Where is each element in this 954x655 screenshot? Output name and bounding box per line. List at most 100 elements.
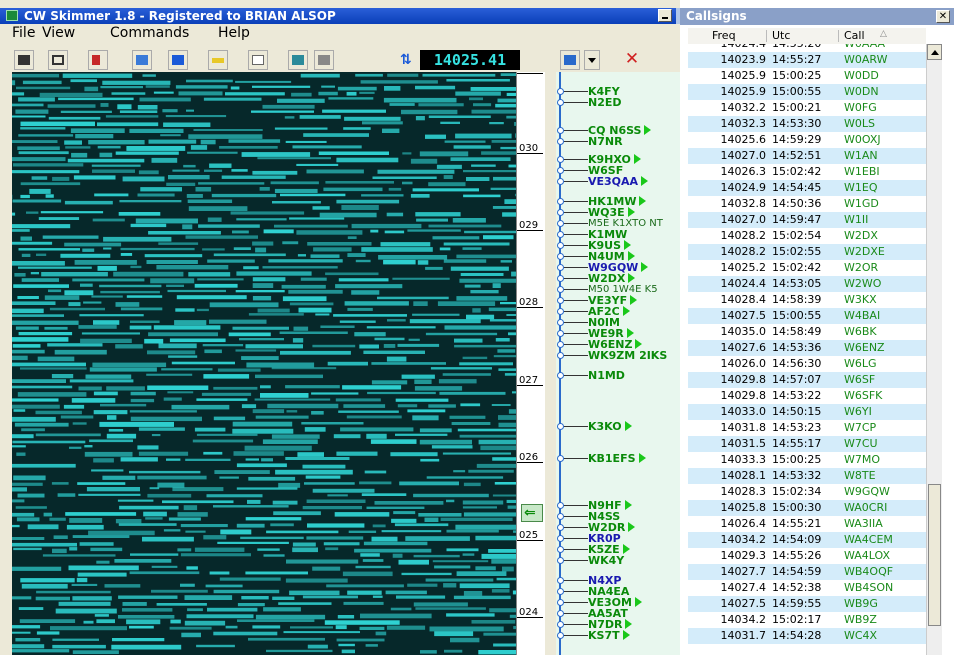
callsign-row[interactable]: 14034.2 14:54:09 WA4CEM: [688, 532, 926, 548]
callsign-row[interactable]: 14027.7 14:54:59 WB4OQF: [688, 564, 926, 580]
callsign-row[interactable]: 14033.3 15:00:25 W7MO: [688, 452, 926, 468]
speaker-icon[interactable]: [88, 50, 108, 70]
menu-file[interactable]: File: [12, 25, 35, 41]
spectrum-icon[interactable]: [14, 50, 34, 70]
callsign-row[interactable]: 14025.9 15:00:55 W0DN: [688, 84, 926, 100]
save-icon[interactable]: [168, 50, 188, 70]
spot-item[interactable]: KS7T: [556, 630, 680, 642]
callsign-row[interactable]: 14025.8 15:00:30 WA0CRI: [688, 500, 926, 516]
play-icon[interactable]: [635, 339, 643, 349]
waterfall-display[interactable]: [12, 72, 516, 655]
callsign-row[interactable]: 14029.3 14:55:26 WA4LOX: [688, 548, 926, 564]
scroll-up-icon[interactable]: [927, 44, 942, 60]
play-icon[interactable]: [624, 500, 632, 510]
spot-item[interactable]: KB1EFS: [556, 453, 680, 465]
play-icon[interactable]: [630, 295, 638, 305]
play-icon[interactable]: [641, 176, 649, 186]
spot-item[interactable]: N7NR: [556, 136, 680, 148]
tile-icon[interactable]: [288, 50, 308, 70]
header-freq[interactable]: Freq: [712, 29, 736, 42]
menu-commands[interactable]: Commands: [110, 25, 189, 41]
play-icon[interactable]: [622, 306, 630, 316]
spot-item[interactable]: WK4Y: [556, 555, 680, 567]
callsign-row[interactable]: 14027.4 14:52:38 WB4SON: [688, 580, 926, 596]
play-icon[interactable]: [644, 125, 652, 135]
callsign-row[interactable]: 14033.0 14:50:15 W6YI: [688, 404, 926, 420]
callsign-row[interactable]: 14026.3 15:02:42 W1EBI: [688, 164, 926, 180]
menu-help[interactable]: Help: [218, 25, 250, 41]
grid-icon[interactable]: [314, 50, 334, 70]
spot-settings-icon[interactable]: [560, 50, 580, 70]
callsign-row[interactable]: 14031.8 14:53:23 W7CP: [688, 420, 926, 436]
spot-item[interactable]: K3KO: [556, 421, 680, 433]
callsign-row[interactable]: 14027.5 14:59:55 WB9G: [688, 596, 926, 612]
play-icon[interactable]: [622, 630, 630, 640]
callsign-row[interactable]: 14027.6 14:53:36 W6ENZ: [688, 340, 926, 356]
monitor-icon[interactable]: [132, 50, 152, 70]
callsign-row[interactable]: 14032.3 14:53:30 W0LS: [688, 116, 926, 132]
callsigns-title-bar[interactable]: Callsigns ✕: [680, 8, 954, 25]
callsign-row[interactable]: 14029.8 14:57:07 W6SF: [688, 372, 926, 388]
spot-item[interactable]: WK9ZM 2IKS: [556, 350, 680, 362]
callsign-row[interactable]: 14032.8 14:50:36 W1GD: [688, 196, 926, 212]
callsign-row[interactable]: 14028.2 15:02:55 W2DXE: [688, 244, 926, 260]
callsign-row[interactable]: 14028.3 15:02:34 W9GQW: [688, 484, 926, 500]
play-icon[interactable]: [633, 154, 641, 164]
callsign-row[interactable]: 14024.9 14:54:45 W1EQ: [688, 180, 926, 196]
spot-item[interactable]: N1MD: [556, 370, 680, 382]
play-icon[interactable]: [638, 453, 646, 463]
callsign-row[interactable]: 14027.0 14:52:51 W1AN: [688, 148, 926, 164]
tune-arrows-icon[interactable]: ⇅: [400, 51, 418, 69]
close-icon[interactable]: ✕: [936, 10, 950, 23]
callsign-row[interactable]: 14028.4 14:58:39 W3KX: [688, 292, 926, 308]
callsign-row[interactable]: 14024.4 14:55:20 W0AAA: [688, 44, 926, 52]
callsign-row[interactable]: 14027.0 14:59:47 W1II: [688, 212, 926, 228]
callsign-row[interactable]: 14026.4 14:55:21 WA3IIA: [688, 516, 926, 532]
callsign-row[interactable]: 14034.2 15:02:17 WB9Z: [688, 612, 926, 628]
header-utc[interactable]: Utc: [772, 29, 790, 42]
play-icon[interactable]: [624, 421, 632, 431]
callsign-row[interactable]: 14031.7 14:54:28 WC4X: [688, 628, 926, 644]
play-icon[interactable]: [641, 262, 649, 272]
menu-view[interactable]: View: [42, 25, 75, 41]
chevron-down-icon[interactable]: [584, 50, 600, 70]
play-icon[interactable]: [639, 196, 647, 206]
tuning-marker[interactable]: ⇐: [521, 504, 543, 522]
callsign-row[interactable]: 14024.4 14:53:05 W2WO: [688, 276, 926, 292]
callsign-row[interactable]: 14025.9 15:00:25 W0DD: [688, 68, 926, 84]
callsign-row[interactable]: 14027.5 15:00:55 W4BAI: [688, 308, 926, 324]
callsign-row[interactable]: 14032.2 15:00:21 W0FG: [688, 100, 926, 116]
play-icon[interactable]: [624, 240, 632, 250]
spot-item[interactable]: VE3QAA: [556, 176, 680, 188]
callsign-row[interactable]: 14035.0 14:58:49 W6BK: [688, 324, 926, 340]
play-icon[interactable]: [628, 273, 636, 283]
callsigns-scrollbar[interactable]: [926, 44, 942, 655]
callsign-row[interactable]: 14029.8 14:53:22 W6SFK: [688, 388, 926, 404]
callsign-row[interactable]: 14023.9 14:55:27 W0ARW: [688, 52, 926, 68]
cell-freq: 14028.4: [720, 293, 767, 306]
frequency-display[interactable]: ⇅ 14025.41: [400, 50, 520, 70]
play-icon[interactable]: [622, 544, 630, 554]
play-icon[interactable]: [628, 522, 636, 532]
play-icon[interactable]: [626, 328, 634, 338]
play-icon[interactable]: [634, 597, 642, 607]
callsign-row[interactable]: 14028.2 15:02:54 W2DX: [688, 228, 926, 244]
play-icon[interactable]: [627, 251, 635, 261]
callsign-row[interactable]: 14025.2 15:02:42 W2OR: [688, 260, 926, 276]
ruler-icon[interactable]: [208, 50, 228, 70]
callsign-row[interactable]: 14026.0 14:56:30 W6LG: [688, 356, 926, 372]
header-call[interactable]: Call: [844, 29, 865, 42]
callsign-row[interactable]: 14028.1 14:53:32 W8TE: [688, 468, 926, 484]
minimize-button[interactable]: [658, 9, 672, 22]
spot-item[interactable]: N2ED: [556, 97, 680, 109]
notepad-icon[interactable]: [248, 50, 268, 70]
callsign-row[interactable]: 14025.6 14:59:29 W0OXJ: [688, 132, 926, 148]
scroll-thumb[interactable]: [928, 484, 941, 626]
close-icon[interactable]: ✕: [622, 50, 642, 70]
play-icon[interactable]: [627, 207, 635, 217]
display-icon[interactable]: [48, 50, 68, 70]
callsigns-list[interactable]: 14024.4 14:55:20 W0AAA 14023.9 14:55:27 W0ARW…: [688, 44, 926, 655]
callsign-row[interactable]: 14031.5 14:55:17 W7CU: [688, 436, 926, 452]
main-title-bar[interactable]: CW Skimmer 1.8 - Registered to BRIAN ALS…: [0, 8, 680, 24]
play-icon[interactable]: [625, 619, 633, 629]
